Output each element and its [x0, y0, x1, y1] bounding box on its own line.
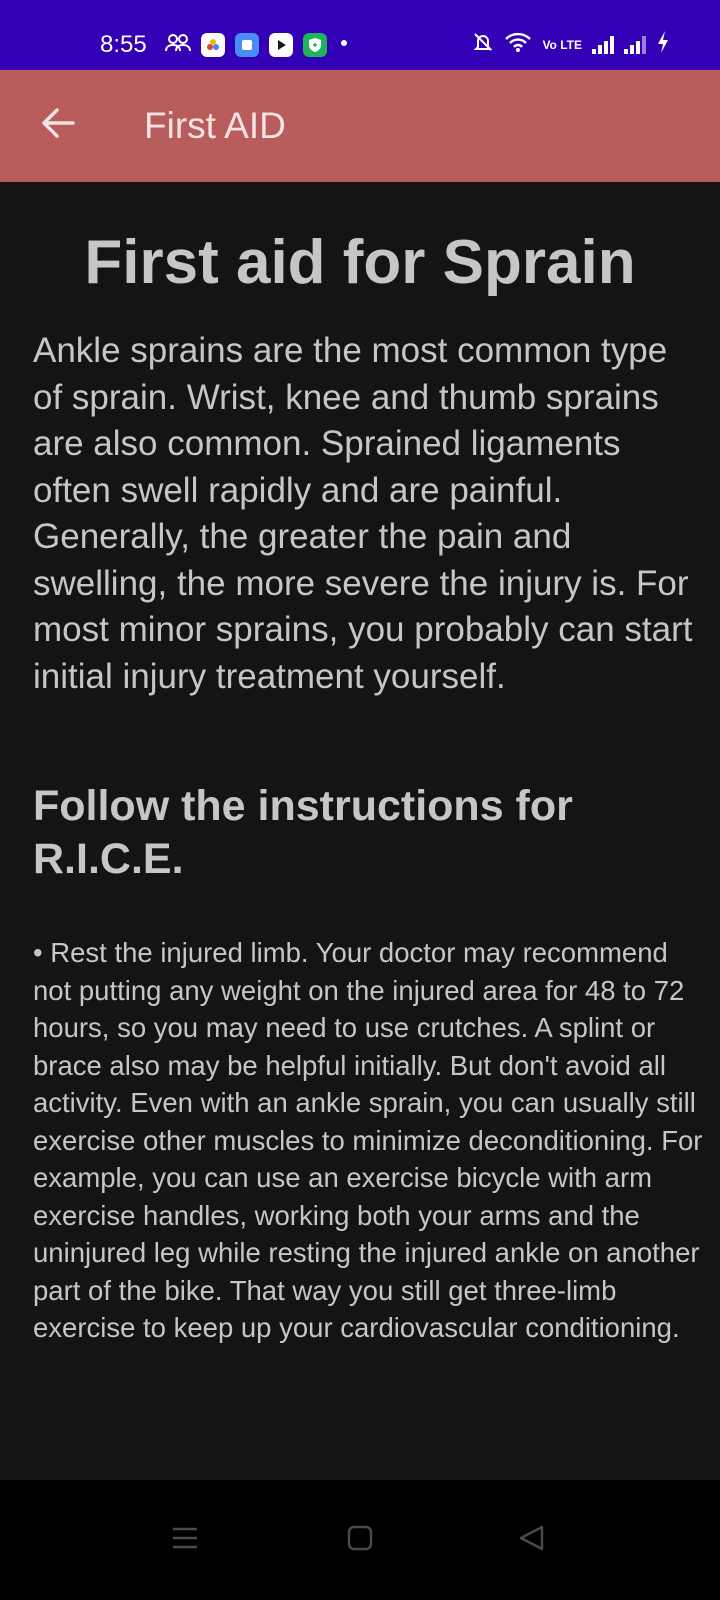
back-button[interactable] — [34, 102, 80, 148]
menu-icon — [172, 1526, 198, 1555]
intro-paragraph: Ankle sprains are the most common type o… — [33, 331, 693, 696]
system-icons: Vo LTE — [472, 30, 670, 60]
dot-icon — [337, 36, 351, 55]
charging-icon — [656, 30, 670, 60]
app-title: First AID — [144, 105, 286, 146]
notification-icons — [165, 30, 351, 60]
youtube-icon — [269, 33, 293, 57]
photos-app-icon — [201, 33, 225, 57]
article-content[interactable]: First aid for Sprain Ankle sprains are t… — [0, 182, 720, 1480]
system-nav-bar — [0, 1480, 720, 1600]
bell-muted-icon — [472, 31, 494, 59]
status-bar: 8:55 Vo LTE — [0, 0, 720, 70]
back-triangle-icon — [519, 1525, 545, 1556]
section-heading: Follow the instructions for R.I.C.E. — [33, 782, 573, 883]
home-button[interactable] — [340, 1520, 380, 1560]
volte-icon: Vo LTE — [542, 38, 582, 52]
page-title: First aid for Sprain — [84, 228, 636, 297]
shield-icon — [303, 33, 327, 57]
wifi-icon — [504, 31, 532, 59]
arrow-left-icon — [39, 107, 75, 144]
recents-button[interactable] — [165, 1520, 205, 1560]
instruction-paragraph: • Rest the injured limb. Your doctor may… — [33, 937, 703, 1343]
back-nav-button[interactable] — [512, 1520, 552, 1560]
people-icon — [165, 33, 191, 58]
home-icon — [347, 1525, 373, 1556]
signal-icon — [624, 36, 646, 54]
app-bar: First AID — [0, 70, 720, 182]
signal-icon — [592, 36, 614, 54]
files-app-icon — [235, 33, 259, 57]
status-time: 8:55 — [100, 31, 147, 58]
